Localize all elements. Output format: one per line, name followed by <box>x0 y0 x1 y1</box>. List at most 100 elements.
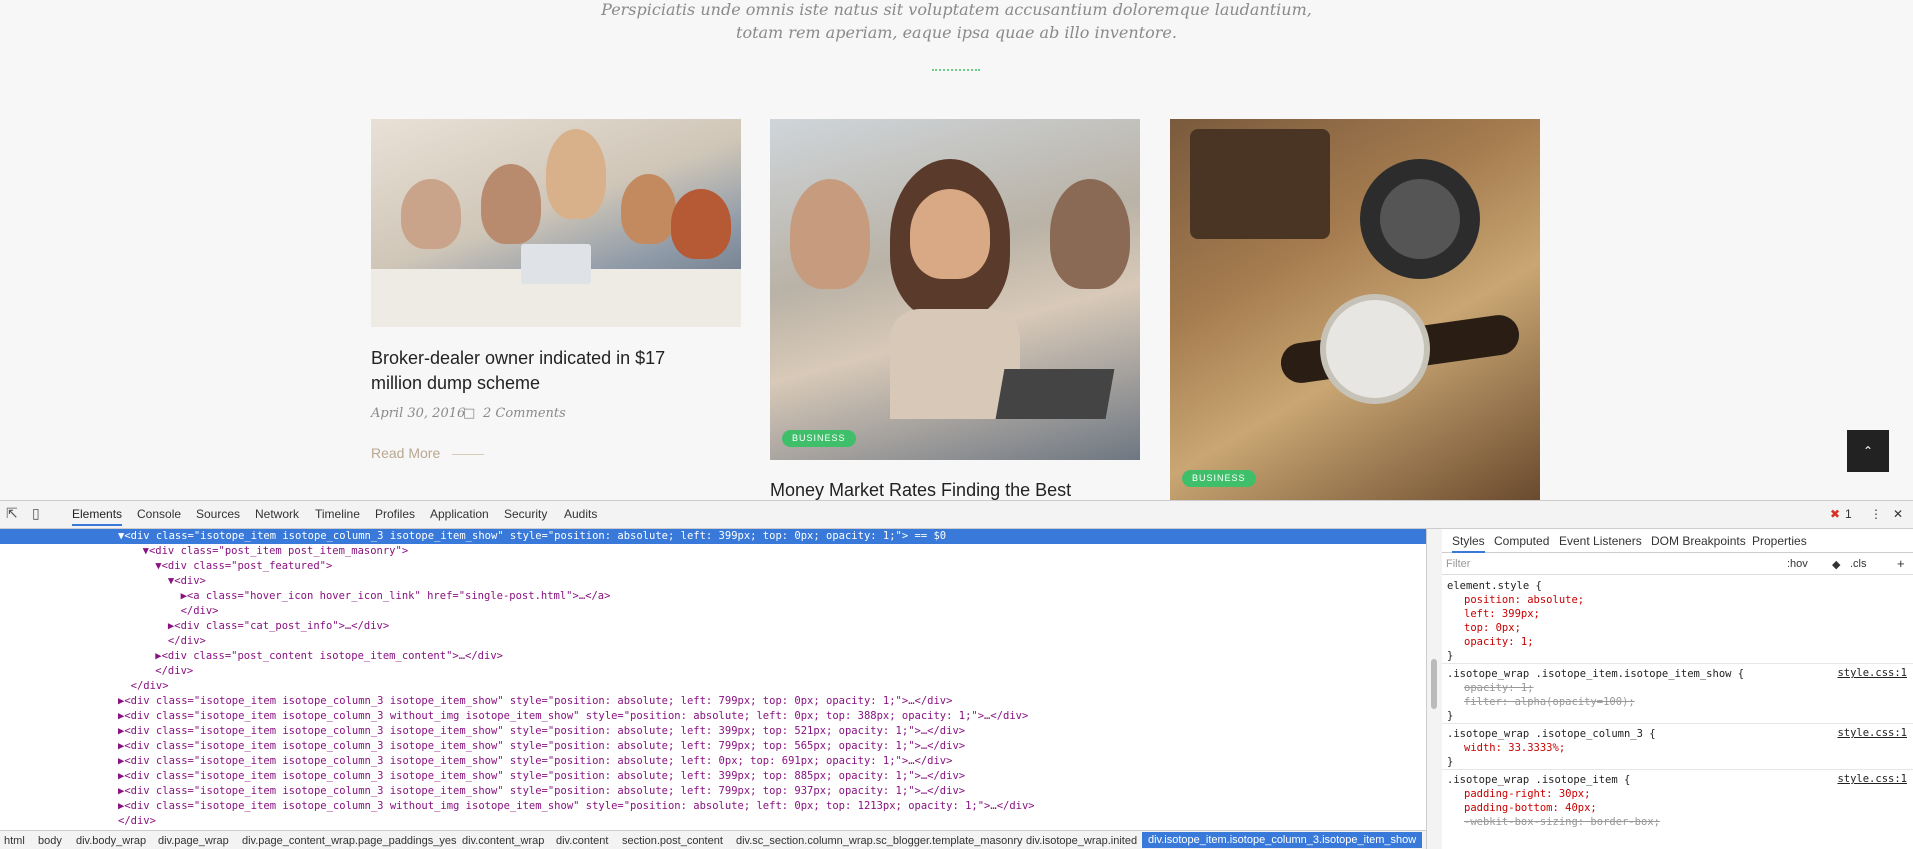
device-toolbar-icon[interactable]: ▯ <box>32 505 40 522</box>
post-2-featured-image[interactable]: BUSINESS <box>770 119 1140 460</box>
dom-line[interactable]: ▶<div class="isotope_item isotope_column… <box>118 709 1028 724</box>
close-devtools-icon[interactable]: ✕ <box>1893 507 1903 521</box>
dom-line[interactable]: </div> <box>118 679 169 694</box>
post-1-comments[interactable]: 2 Comments <box>483 406 566 421</box>
rule-property-overridden[interactable]: filter: alpha(opacity=100); <box>1464 695 1635 709</box>
post-3-featured-image[interactable]: BUSINESS <box>1170 119 1540 500</box>
dom-line[interactable]: </div> <box>130 604 219 619</box>
dom-line[interactable]: ▶<div class="cat_post_info">…</div> <box>130 619 389 634</box>
dom-line[interactable]: ▶<div class="isotope_item isotope_column… <box>118 739 965 754</box>
new-rule-button[interactable]: + <box>1897 556 1905 571</box>
dom-line[interactable]: ▶<div class="isotope_item isotope_column… <box>118 694 952 709</box>
laptop <box>521 244 591 284</box>
rule-divider <box>1442 769 1913 770</box>
breadcrumb-item[interactable]: div.content <box>556 835 608 847</box>
rule-property[interactable]: width: 33.3333%; <box>1464 741 1565 755</box>
rule-selector[interactable]: .isotope_wrap .isotope_column_3 { <box>1447 727 1656 741</box>
subtitle-line-2: totam rem aperiam, eaque ipsa quae ab il… <box>736 23 1177 42</box>
breadcrumb-item[interactable]: section.post_content <box>622 835 723 847</box>
scroll-to-top-button[interactable]: ⌃ <box>1847 430 1889 472</box>
tab-computed[interactable]: Computed <box>1494 534 1549 548</box>
rule-property[interactable]: padding-bottom: 40px; <box>1464 801 1597 815</box>
rule-property[interactable]: top: 0px; <box>1464 621 1521 635</box>
tab-elements[interactable]: Elements <box>72 507 123 526</box>
breadcrumb-item-selected[interactable]: div.isotope_item.isotope_column_3.isotop… <box>1142 832 1423 848</box>
error-count[interactable]: 1 <box>1845 507 1852 521</box>
rule-selector[interactable]: element.style { <box>1447 579 1542 593</box>
post-2-category-badge[interactable]: BUSINESS <box>782 430 856 447</box>
post-1-read-more[interactable]: Read More <box>371 445 440 461</box>
hover-state-toggle[interactable]: :hov <box>1787 558 1808 570</box>
post-2-title[interactable]: Money Market Rates Finding the Best <box>770 478 1140 500</box>
rule-selector[interactable]: .isotope_wrap .isotope_item { <box>1447 773 1630 787</box>
tab-console[interactable]: Console <box>137 507 181 521</box>
styles-pane: Styles Computed Event Listeners DOM Brea… <box>1442 529 1913 849</box>
rule-property-overridden[interactable]: -webkit-box-sizing: border-box; <box>1464 815 1660 829</box>
post-1-title-line-1[interactable]: Broker-dealer owner indicated in $17 <box>371 346 741 371</box>
person-figure <box>671 189 731 259</box>
tab-dom-breakpoints[interactable]: DOM Breakpoints <box>1651 534 1746 548</box>
post-3-category-badge[interactable]: BUSINESS <box>1182 470 1256 487</box>
breadcrumb-item[interactable]: div.sc_section.column_wrap.sc_blogger.te… <box>736 835 1023 847</box>
section-subtitle: Perspiciatis unde omnis iste natus sit v… <box>0 0 1913 44</box>
filter-input[interactable]: Filter <box>1446 558 1470 570</box>
breadcrumb-item[interactable]: div.page_wrap <box>158 835 229 847</box>
scrollbar-thumb[interactable] <box>1431 659 1437 709</box>
rule-source-link[interactable]: style.css:1 <box>1837 727 1907 739</box>
rule-selector[interactable]: .isotope_wrap .isotope_item.isotope_item… <box>1447 667 1744 681</box>
post-1-title[interactable]: Broker-dealer owner indicated in $17 mil… <box>371 346 741 396</box>
rule-property[interactable]: position: absolute; <box>1464 593 1584 607</box>
color-format-icon[interactable]: ◆ <box>1832 558 1840 571</box>
watch-face <box>1320 294 1430 404</box>
dom-line[interactable]: ▼<div class="post_featured"> <box>130 559 332 574</box>
person-figure <box>546 129 606 219</box>
dom-line[interactable]: ▶<div class="isotope_item isotope_column… <box>118 724 965 739</box>
dom-line[interactable]: ▶<div class="isotope_item isotope_column… <box>118 799 1035 814</box>
rule-property[interactable]: left: 399px; <box>1464 607 1540 621</box>
dom-line[interactable]: ▶<div class="isotope_item isotope_column… <box>118 754 952 769</box>
tab-application[interactable]: Application <box>430 507 489 521</box>
dom-line[interactable]: ▶<div class="isotope_item isotope_column… <box>118 784 965 799</box>
inspect-element-icon[interactable]: ⇱ <box>6 505 18 522</box>
tab-event-listeners[interactable]: Event Listeners <box>1559 534 1642 548</box>
person-figure <box>481 164 541 244</box>
post-1-date[interactable]: April 30, 2016 <box>371 406 465 421</box>
tab-styles[interactable]: Styles <box>1452 534 1485 553</box>
tab-audits[interactable]: Audits <box>564 507 597 521</box>
rule-property[interactable]: opacity: 1; <box>1464 635 1534 649</box>
rule-close: } <box>1447 650 1454 662</box>
class-toggle[interactable]: .cls <box>1850 558 1867 570</box>
tab-network[interactable]: Network <box>255 507 299 521</box>
breadcrumb-item[interactable]: div.isotope_wrap.inited <box>1026 835 1137 847</box>
rule-source-link[interactable]: style.css:1 <box>1837 773 1907 785</box>
tab-properties[interactable]: Properties <box>1752 534 1807 548</box>
dom-line-selected[interactable]: ▼<div class="isotope_item isotope_column… <box>0 529 1426 544</box>
post-1-title-line-2[interactable]: million dump scheme <box>371 371 741 396</box>
tab-profiles[interactable]: Profiles <box>375 507 415 521</box>
breadcrumb-item[interactable]: div.body_wrap <box>76 835 146 847</box>
breadcrumb-item[interactable]: div.page_content_wrap.page_paddings_yes <box>242 835 456 847</box>
breadcrumb-item[interactable]: div.content_wrap <box>462 835 544 847</box>
dom-line[interactable]: ▶<div class="isotope_item isotope_column… <box>118 769 965 784</box>
dom-line[interactable]: ▼<div> <box>130 574 206 589</box>
rule-close: } <box>1447 710 1454 722</box>
person-face <box>910 189 990 279</box>
rule-source-link[interactable]: style.css:1 <box>1837 667 1907 679</box>
tab-security[interactable]: Security <box>504 507 547 521</box>
breadcrumb-item[interactable]: html <box>4 835 25 847</box>
dom-line[interactable]: ▶<div class="post_content isotope_item_c… <box>130 649 503 664</box>
dom-line[interactable]: ▶<a class="hover_icon hover_icon_link" h… <box>130 589 611 604</box>
rule-property-overridden[interactable]: opacity: 1; <box>1464 681 1534 695</box>
more-options-icon[interactable]: ⋮ <box>1870 507 1882 521</box>
rule-property[interactable]: padding-right: 30px; <box>1464 787 1590 801</box>
rule-divider <box>1442 663 1913 664</box>
dom-line[interactable]: </div> <box>130 664 193 679</box>
dom-line[interactable]: </div> <box>130 634 206 649</box>
tab-sources[interactable]: Sources <box>196 507 240 521</box>
post-1-featured-image[interactable] <box>371 119 741 327</box>
tab-timeline[interactable]: Timeline <box>315 507 360 521</box>
breadcrumb-item[interactable]: body <box>38 835 62 847</box>
dom-line[interactable]: ▼<div class="post_item post_item_masonry… <box>130 544 409 559</box>
error-icon[interactable]: ✖ <box>1830 507 1840 521</box>
dom-line[interactable]: </div> <box>118 814 156 829</box>
